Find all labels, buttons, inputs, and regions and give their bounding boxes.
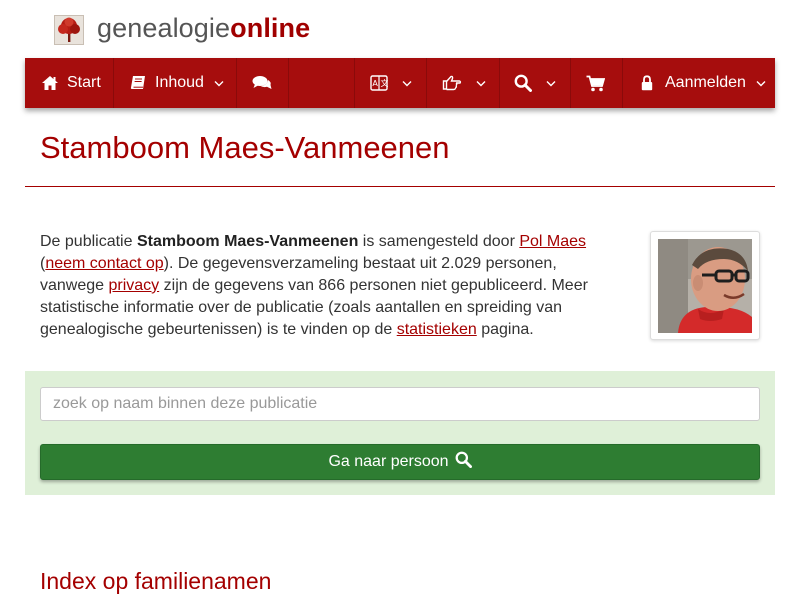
nav-inhoud-label: Inhoud — [155, 74, 204, 91]
go-to-person-label: Ga naar persoon — [328, 453, 449, 470]
brand-regular: genealogie — [97, 13, 231, 43]
statistics-link[interactable]: statistieken — [397, 321, 477, 338]
main-navbar: Start Inhoud A文 Aanmelden — [25, 58, 775, 108]
hand-pointer-icon — [442, 75, 462, 91]
cart-icon — [586, 75, 605, 92]
nav-start-label: Start — [67, 74, 101, 91]
svg-text:文: 文 — [381, 78, 389, 88]
search-icon — [449, 451, 472, 473]
go-to-person-button[interactable]: Ga naar persoon — [40, 444, 760, 480]
publication-name: Stamboom Maes-Vanmeenen — [136, 233, 359, 250]
comments-icon — [252, 75, 272, 91]
author-link[interactable]: Pol Maes — [519, 233, 586, 250]
surname-index-title: Index op familienamen — [40, 568, 272, 594]
nav-start[interactable]: Start — [25, 58, 114, 108]
brand-strong: online — [230, 13, 311, 43]
lock-icon — [641, 75, 653, 91]
intro-text: De publicatie — [40, 233, 137, 250]
site-header: genealogieonline — [0, 0, 800, 58]
nav-login[interactable]: Aanmelden — [623, 58, 775, 108]
nav-search[interactable] — [500, 58, 571, 108]
chevron-down-icon — [214, 80, 224, 87]
privacy-link[interactable]: privacy — [109, 277, 160, 294]
avatar — [658, 239, 752, 333]
page-title: Stamboom Maes-Vanmeenen — [40, 130, 450, 165]
person-search-panel: Ga naar persoon — [25, 371, 775, 495]
svg-text:A: A — [372, 79, 378, 88]
nav-login-label: Aanmelden — [665, 74, 746, 91]
nav-language[interactable]: A文 — [354, 58, 427, 108]
nav-forum[interactable] — [237, 58, 289, 108]
name-search-input[interactable] — [40, 387, 760, 421]
book-icon — [130, 75, 147, 91]
nav-cart[interactable] — [571, 58, 623, 108]
tree-logo-icon[interactable] — [54, 15, 84, 45]
home-icon — [41, 75, 59, 91]
intro-text: pagina. — [476, 321, 534, 338]
brand-wordmark[interactable]: genealogieonline — [97, 12, 310, 44]
chevron-down-icon — [546, 80, 556, 87]
nav-inhoud[interactable]: Inhoud — [114, 58, 237, 108]
search-icon — [514, 74, 532, 92]
title-divider — [25, 186, 775, 187]
chevron-down-icon — [476, 80, 486, 87]
publication-intro: De publicatie Stamboom Maes-Vanmeenen is… — [40, 231, 610, 341]
chevron-down-icon — [756, 80, 766, 87]
contact-link[interactable]: neem contact op — [45, 255, 163, 272]
nav-interaction[interactable] — [427, 58, 500, 108]
chevron-down-icon — [402, 80, 412, 87]
intro-text: is samengesteld door — [358, 233, 520, 250]
author-avatar-frame[interactable] — [650, 231, 760, 340]
language-icon: A文 — [370, 75, 388, 91]
